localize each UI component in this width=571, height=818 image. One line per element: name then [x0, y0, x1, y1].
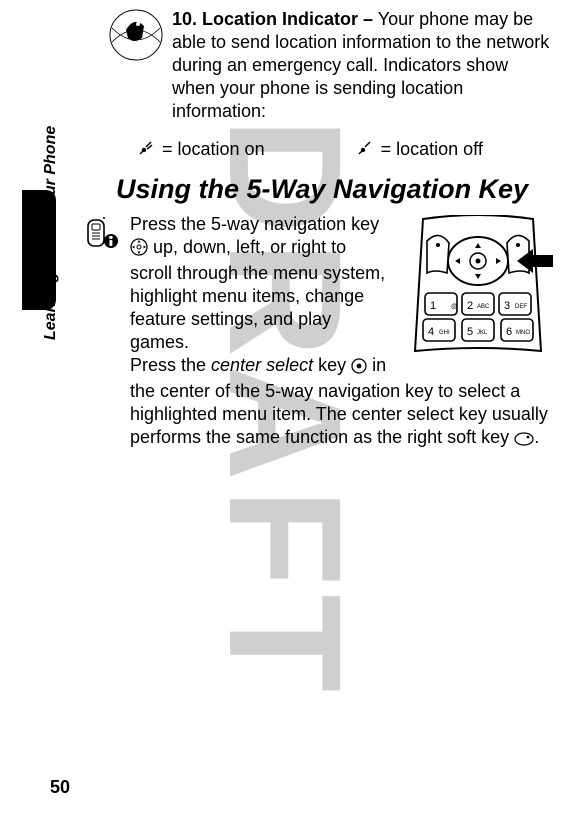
- location-on-icon: [136, 139, 154, 160]
- phone-info-icon: [86, 217, 120, 254]
- right-soft-key-icon: [514, 429, 534, 452]
- svg-text:4: 4: [428, 326, 434, 338]
- center-select-key-icon: [351, 357, 367, 380]
- five-way-key-icon: [130, 238, 148, 262]
- svg-text:DEF: DEF: [515, 304, 527, 310]
- nav-p2d: .: [534, 427, 539, 447]
- svg-text:@: @: [451, 304, 457, 310]
- location-off-label: = location off: [381, 139, 483, 160]
- svg-text:1: 1: [430, 300, 436, 312]
- nav-p2b: key: [313, 355, 351, 375]
- svg-text:ABC: ABC: [477, 304, 490, 310]
- svg-text:JKL: JKL: [477, 330, 488, 336]
- location-indicator-heading: 10. Location Indicator –: [172, 9, 373, 29]
- phone-keypad-illustration: 1 @ 2 ABC 3 DEF 4 GHI 5 JKL: [403, 215, 553, 361]
- svg-text:6: 6: [506, 326, 512, 338]
- nav-p2-em: center select: [211, 355, 313, 375]
- svg-text:3: 3: [504, 300, 510, 312]
- svg-text:MNO: MNO: [516, 330, 530, 336]
- svg-text:GHI: GHI: [439, 330, 450, 336]
- location-indicator-text: 10. Location Indicator – Your phone may …: [172, 8, 553, 123]
- location-indicator-block: 10. Location Indicator – Your phone may …: [108, 8, 553, 123]
- nav-p2a: Press the: [130, 355, 211, 375]
- location-icons-row: = location on = location off: [136, 139, 553, 160]
- nav-key-block: 1 @ 2 ABC 3 DEF 4 GHI 5 JKL: [86, 213, 553, 452]
- nav-p1a: Press the 5-way navigation key: [130, 214, 379, 234]
- nav-p1b: up, down, left, or right to scroll throu…: [130, 237, 385, 352]
- section-heading: Using the 5-Way Navigation Key: [116, 174, 553, 205]
- nav-key-text: 1 @ 2 ABC 3 DEF 4 GHI 5 JKL: [130, 213, 553, 452]
- location-off-icon: [355, 139, 373, 160]
- svg-text:2: 2: [467, 300, 473, 312]
- location-on-label: = location on: [162, 139, 265, 160]
- svg-text:5: 5: [467, 326, 473, 338]
- page-number: 50: [50, 777, 70, 798]
- location-off-item: = location off: [355, 139, 483, 160]
- network-subscription-feature-icon: [108, 8, 164, 62]
- location-on-item: = location on: [136, 139, 265, 160]
